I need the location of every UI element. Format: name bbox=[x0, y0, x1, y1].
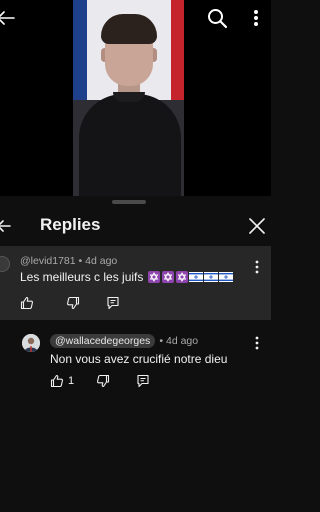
like-button[interactable] bbox=[20, 296, 34, 310]
comment-actions: 1 bbox=[50, 374, 150, 388]
like-button[interactable]: 1 bbox=[50, 374, 74, 388]
person-torso bbox=[79, 94, 181, 196]
comment-meta: @wallacedegeorges • 4d ago bbox=[50, 334, 198, 348]
flag-israel-icon bbox=[219, 272, 234, 282]
avatar-photo bbox=[22, 334, 40, 352]
thumb-up-icon bbox=[50, 374, 63, 388]
more-options-button[interactable] bbox=[248, 7, 264, 29]
close-icon bbox=[249, 218, 265, 234]
flag-israel-icon bbox=[204, 272, 219, 282]
reply-button[interactable] bbox=[106, 296, 120, 310]
avatar[interactable] bbox=[0, 256, 10, 272]
person-hair bbox=[101, 14, 157, 44]
search-icon bbox=[208, 9, 228, 29]
panel-back-button[interactable] bbox=[0, 215, 14, 237]
reply-comment: @wallacedegeorges • 4d ago Non vous avez… bbox=[0, 326, 271, 396]
comment-actions bbox=[20, 296, 120, 310]
video-frame bbox=[73, 0, 184, 196]
comment-text-row: Les meilleurs c les juifs bbox=[20, 270, 234, 284]
more-vert-icon bbox=[255, 336, 259, 350]
arrow-left-icon bbox=[0, 11, 15, 25]
comment-text: Non vous avez crucifié notre dieu bbox=[50, 352, 228, 366]
person-collar bbox=[113, 92, 145, 102]
close-button[interactable] bbox=[247, 216, 267, 236]
more-vert-icon bbox=[254, 10, 258, 26]
drag-handle[interactable] bbox=[112, 200, 146, 204]
flag-israel-icon bbox=[189, 272, 204, 282]
comment-meta: @levid1781 • 4d ago bbox=[20, 255, 117, 267]
more-vert-icon bbox=[255, 260, 259, 274]
back-button[interactable] bbox=[0, 8, 20, 28]
like-count: 1 bbox=[68, 375, 75, 387]
reply-icon bbox=[107, 296, 119, 310]
thumb-up-icon bbox=[20, 296, 33, 310]
replies-panel: Replies @levid1781 • 4d ago Les meilleur… bbox=[0, 196, 271, 512]
panel-title: Replies bbox=[40, 215, 101, 234]
search-button[interactable] bbox=[206, 7, 228, 29]
meta-separator: • bbox=[78, 255, 83, 267]
reply-icon bbox=[137, 374, 149, 388]
meta-separator: • bbox=[159, 335, 163, 347]
comment-more-button[interactable] bbox=[252, 258, 262, 276]
star-of-david-icon bbox=[162, 271, 175, 283]
mention-chip[interactable]: @wallacedegeorges bbox=[50, 334, 156, 348]
star-of-david-icon bbox=[176, 271, 189, 283]
comment-time: 4d ago bbox=[85, 255, 118, 267]
comment-more-button[interactable] bbox=[252, 334, 262, 352]
comment-time: 4d ago bbox=[166, 335, 199, 347]
comment-author[interactable]: @levid1781 bbox=[20, 255, 76, 267]
video-player[interactable] bbox=[0, 0, 271, 196]
thumb-down-icon bbox=[97, 374, 110, 388]
panel-header: Replies bbox=[0, 208, 271, 244]
dislike-button[interactable] bbox=[96, 374, 110, 388]
dislike-button[interactable] bbox=[66, 296, 80, 310]
star-of-david-icon bbox=[148, 271, 161, 283]
thumb-down-icon bbox=[67, 296, 80, 310]
parent-comment: @levid1781 • 4d ago Les meilleurs c les … bbox=[0, 246, 271, 320]
avatar[interactable] bbox=[22, 334, 40, 352]
arrow-left-icon bbox=[0, 220, 11, 232]
reply-button[interactable] bbox=[136, 374, 150, 388]
comment-text: Les meilleurs c les juifs bbox=[20, 270, 144, 284]
